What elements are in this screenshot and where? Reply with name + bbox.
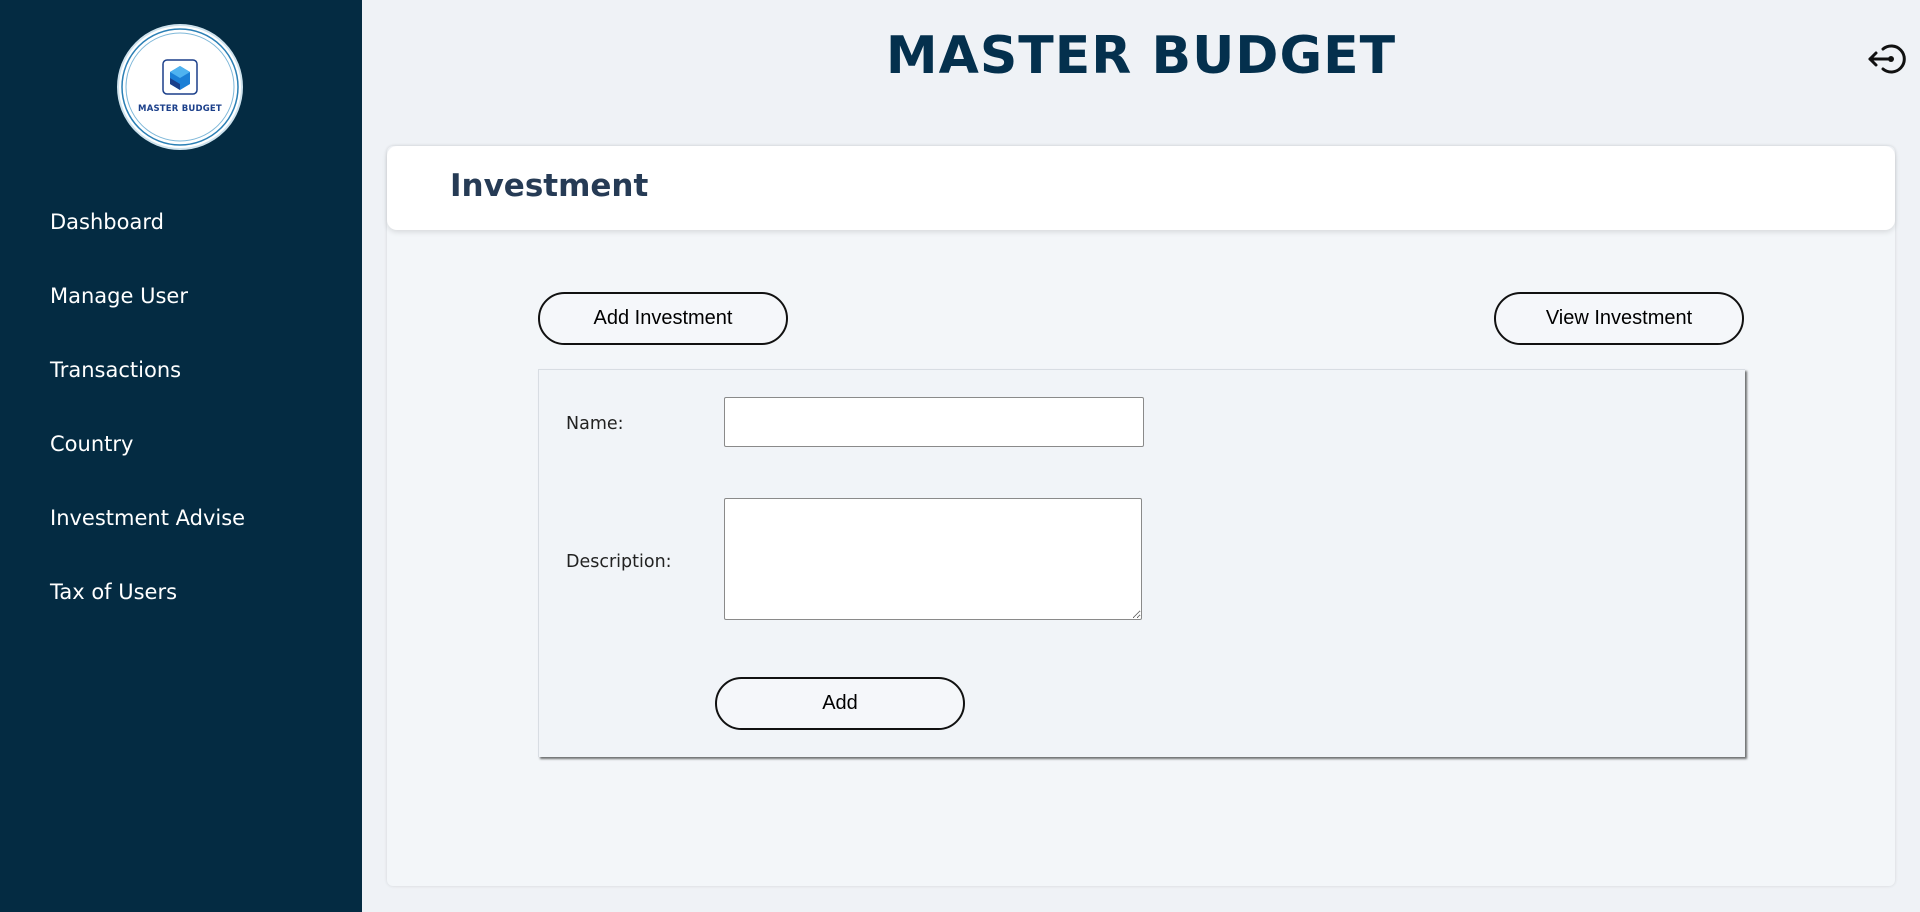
sidebar: MASTER BUDGET Dashboard Manage User Tran… — [0, 0, 362, 912]
logo-text: MASTER BUDGET — [138, 104, 222, 114]
description-textarea[interactable] — [724, 498, 1142, 620]
add-button[interactable]: Add — [715, 677, 965, 730]
section-header: Investment — [387, 146, 1895, 230]
logout-icon — [1868, 44, 1906, 74]
description-label: Description: — [566, 552, 672, 572]
sidebar-item-manage-user[interactable]: Manage User — [0, 259, 362, 333]
logout-button[interactable] — [1866, 41, 1908, 77]
view-investment-button[interactable]: View Investment — [1494, 292, 1744, 345]
sidebar-item-country[interactable]: Country — [0, 407, 362, 481]
sidebar-item-dashboard[interactable]: Dashboard — [0, 185, 362, 259]
sidebar-item-transactions[interactable]: Transactions — [0, 333, 362, 407]
name-input[interactable] — [724, 397, 1144, 447]
page-title: MASTER BUDGET — [885, 26, 1397, 86]
section-title: Investment — [450, 168, 649, 204]
app-logo: MASTER BUDGET — [117, 24, 243, 150]
name-label: Name: — [566, 414, 624, 434]
investment-form: Name: Description: Add — [538, 369, 1745, 757]
add-investment-button[interactable]: Add Investment — [538, 292, 788, 345]
sidebar-item-investment-advise[interactable]: Investment Advise — [0, 481, 362, 555]
sidebar-nav: Dashboard Manage User Transactions Count… — [0, 185, 362, 629]
sidebar-item-tax-of-users[interactable]: Tax of Users — [0, 555, 362, 629]
logo-emblem-icon — [121, 28, 239, 146]
